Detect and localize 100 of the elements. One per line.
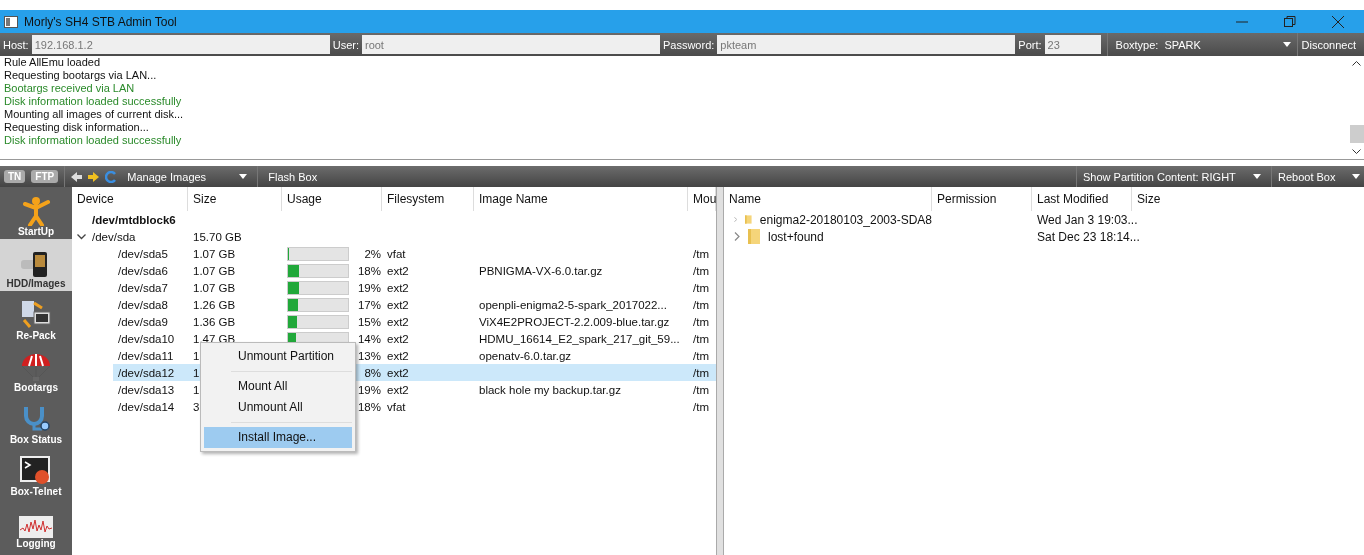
mount-text: /tm [692, 264, 710, 277]
input-field[interactable]: root [361, 35, 660, 54]
size-text: 1.26 GB [193, 298, 236, 311]
mount-text: /tm [692, 366, 710, 379]
device-name: /dev/sda11 [118, 349, 174, 362]
image-name: openpli-enigma2-5-spark_2017022... [479, 298, 667, 311]
usage-percent: 13% [357, 349, 382, 362]
forward-arrow-icon[interactable] [88, 171, 100, 182]
filesystem-text: ext2 [386, 332, 410, 345]
sidebar-item[interactable]: Box-Telnet [0, 447, 72, 499]
device-name: /dev/sda10 [118, 332, 175, 345]
back-arrow-icon[interactable] [71, 171, 83, 182]
size-text: 1 [193, 349, 200, 362]
mount-text: /tm [692, 281, 710, 294]
column-header[interactable]: Size [1132, 187, 1232, 211]
column-header[interactable]: Size [188, 187, 282, 211]
sidebar-item[interactable]: Re-Pack [0, 291, 72, 343]
device-name: /dev/sda7 [118, 281, 168, 294]
scroll-thumb[interactable] [1349, 125, 1364, 143]
device-name: /dev/sda6 [118, 264, 168, 277]
log-line: Disk information loaded successfully [4, 134, 183, 147]
filesystem-text: ext2 [386, 315, 410, 328]
usage-percent: 2% [364, 247, 382, 260]
size-text: 1 [193, 383, 200, 396]
filesystem-text: vfat [386, 400, 407, 413]
column-header[interactable]: Filesystem [382, 187, 474, 211]
modified-date: Wed Jan 3 19:03... [1036, 212, 1137, 227]
device-name: /dev/sda [92, 230, 136, 243]
image-name: ViX4E2PROJECT-2.2.009-blue.tar.gz [479, 315, 670, 328]
column-header[interactable]: Usage [282, 187, 382, 211]
scroll-down-icon[interactable] [1352, 149, 1361, 155]
menu-item[interactable]: Mount All [204, 376, 352, 397]
usage-bar [287, 280, 349, 295]
usage-percent: 8% [364, 366, 382, 379]
refresh-icon[interactable] [105, 170, 118, 183]
filesystem-text: ext2 [386, 383, 410, 396]
image-name: openatv-6.0.tar.gz [479, 349, 572, 362]
sidebar-item[interactable]: HDD/Images [0, 239, 72, 291]
usage-percent: 18% [357, 400, 382, 413]
size-text: 1.07 GB [193, 247, 236, 260]
log-line: Rule AllEmu loaded [4, 56, 101, 69]
sidebar-item[interactable]: StartUp [0, 187, 72, 239]
computer-icon [20, 300, 52, 330]
size-text: 1 [193, 366, 200, 379]
waveform-icon [19, 516, 53, 538]
menu-item[interactable]: Install Image... [204, 427, 352, 448]
menu-item[interactable]: Unmount Partition [204, 346, 352, 367]
mount-text: /tm [692, 315, 710, 328]
flash-box-button[interactable]: Flash Box [264, 166, 322, 187]
mount-text: /tm [692, 332, 710, 345]
partition-content-dropdown[interactable]: Show Partition Content: RIGHT [1083, 166, 1265, 187]
column-header[interactable]: Device [72, 187, 188, 211]
manage-images-dropdown[interactable]: Manage Images [123, 166, 252, 187]
disconnect-button[interactable]: Disconnect [1296, 33, 1360, 56]
restore-icon[interactable] [1284, 15, 1296, 28]
usage-percent: 14% [357, 332, 382, 345]
column-header[interactable]: Image Name [474, 187, 688, 211]
input-field[interactable]: 192.168.1.2 [31, 35, 330, 54]
menu-item[interactable]: Unmount All [204, 397, 352, 418]
image-name: black hole my backup.tar.gz [479, 383, 621, 396]
usage-bar [287, 246, 349, 261]
input-field[interactable]: pkteam [717, 35, 1016, 54]
boxtype-dropdown[interactable]: Boxtype: SPARK [1106, 33, 1297, 56]
reboot-box-dropdown[interactable]: Reboot Box [1278, 166, 1364, 187]
sidebar-item[interactable]: Box Status [0, 395, 72, 447]
column-header[interactable]: Last Modified [1032, 187, 1132, 211]
device-name: /dev/sda12 [118, 366, 175, 379]
folder-icon [745, 212, 752, 227]
column-header[interactable]: Permission [932, 187, 1032, 211]
usage-bar [287, 263, 349, 278]
size-text: 15.70 GB [192, 230, 243, 243]
column-header[interactable]: Name [724, 187, 932, 211]
sidebar-item[interactable]: Bootargs [0, 343, 72, 395]
device-name: /dev/sda13 [118, 383, 175, 396]
device-name: /dev/sda8 [118, 298, 168, 311]
filesystem-text: ext2 [386, 281, 410, 294]
caret-icon [1253, 174, 1261, 179]
input-field[interactable]: 23 [1044, 35, 1101, 54]
size-text: 3 [193, 400, 200, 413]
sidebar-item[interactable]: Logging [0, 499, 72, 551]
device-name: /dev/mtdblock6 [92, 213, 176, 226]
scroll-up-icon[interactable] [1352, 60, 1361, 66]
log-line: Disk information loaded successfully [4, 95, 183, 108]
field-label: Host: [2, 38, 30, 51]
close-icon[interactable] [1332, 15, 1344, 28]
mount-text: /tm [692, 349, 710, 362]
usage-percent: 19% [357, 281, 382, 294]
mount-text: /tm [692, 400, 710, 413]
terminal-icon [20, 456, 52, 486]
filesystem-text: ext2 [386, 349, 410, 362]
chevron-icon[interactable] [77, 233, 86, 240]
size-text: 1.36 GB [193, 315, 236, 328]
modified-date: Sat Dec 23 18:14... [1036, 229, 1137, 244]
device-name: /dev/sda14 [118, 400, 175, 413]
parachute-icon [20, 352, 52, 382]
mount-text: /tm [692, 383, 710, 396]
caret-icon [1282, 42, 1291, 47]
log-line: Requesting disk information... [4, 121, 150, 134]
mount-text: /tm [692, 247, 710, 260]
usage-percent: 19% [357, 383, 382, 396]
